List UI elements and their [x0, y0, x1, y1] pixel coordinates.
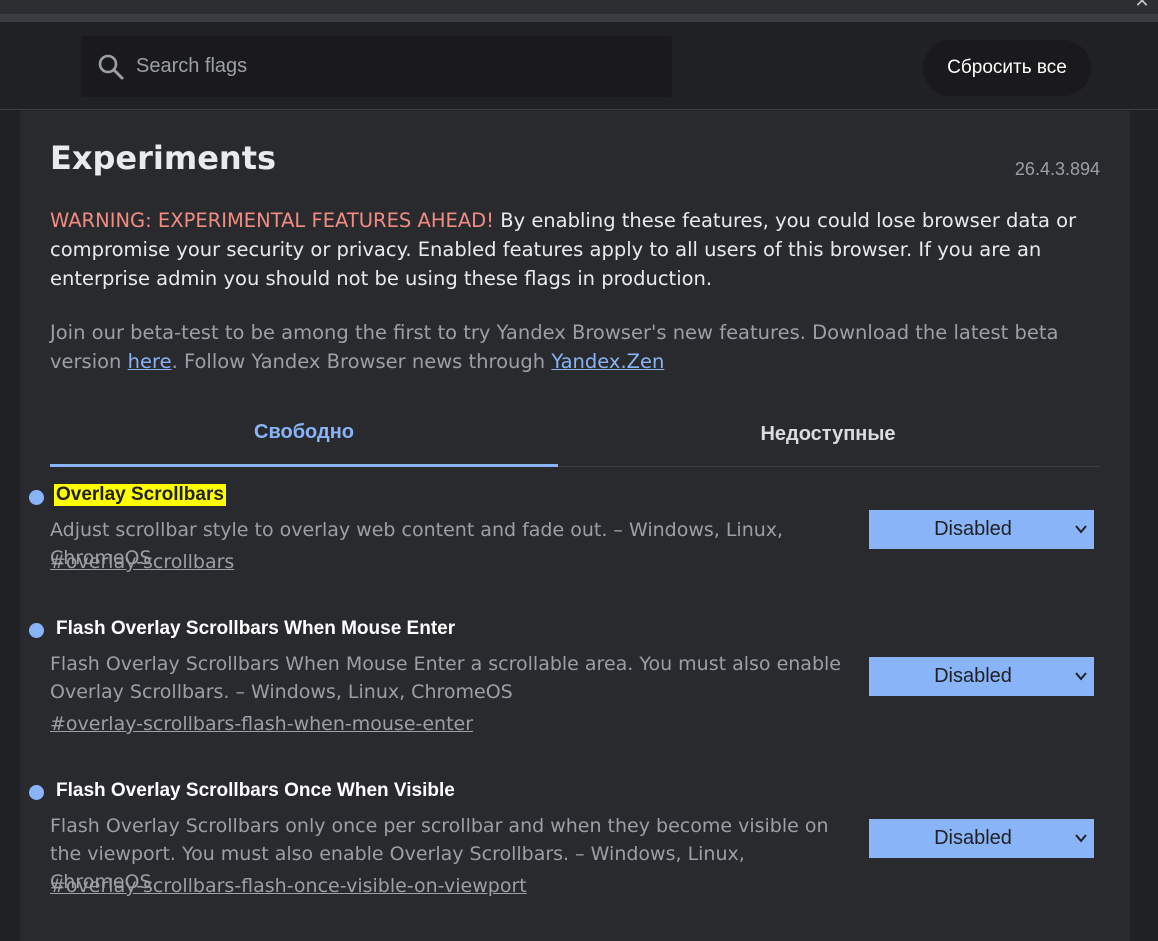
flag-anchor-link[interactable]: #overlay-scrollbars-flash-once-visible-o… — [50, 875, 527, 897]
flag-name: Overlay Scrollbars — [54, 484, 226, 506]
titlebar-edge — [0, 14, 1158, 22]
experiments-panel: Experiments 26.4.3.894 WARNING: EXPERIME… — [20, 111, 1130, 941]
flag-anchor-link[interactable]: #overlay-scrollbars-flash-when-mouse-ent… — [50, 713, 473, 735]
flag-anchor-link[interactable]: #overlay-scrollbars — [50, 551, 234, 573]
window-titlebar: ✕ — [0, 0, 1158, 22]
beta-download-link[interactable]: here — [128, 350, 172, 373]
tab-bar: Свободно Недоступные — [50, 401, 1100, 467]
flag-name: Flash Overlay Scrollbars Once When Visib… — [56, 780, 455, 801]
page-title: Experiments — [50, 139, 277, 177]
chevron-down-icon — [1075, 525, 1087, 534]
flag-dot-icon — [29, 490, 44, 505]
search-box[interactable] — [81, 36, 672, 97]
search-icon — [98, 54, 124, 80]
flag-state-select[interactable]: Disabled — [869, 510, 1094, 549]
beta-text-2: . Follow Yandex Browser news through — [171, 350, 552, 373]
yandex-zen-link[interactable]: Yandex.Zen — [551, 350, 664, 373]
flag-dot-icon — [29, 623, 44, 638]
flags-header: Сбросить все — [0, 22, 1158, 110]
flag-state-value: Disabled — [934, 827, 1012, 849]
version-number: 26.4.3.894 — [1014, 159, 1100, 179]
flag-state-select[interactable]: Disabled — [869, 819, 1094, 858]
warning-message: WARNING: EXPERIMENTAL FEATURES AHEAD! By… — [50, 206, 1100, 293]
flag-state-value: Disabled — [934, 518, 1012, 540]
warning-label: WARNING: EXPERIMENTAL FEATURES AHEAD! — [50, 209, 494, 232]
flag-dot-icon — [29, 785, 44, 800]
flag-state-select[interactable]: Disabled — [869, 657, 1094, 696]
reset-all-button[interactable]: Сбросить все — [923, 40, 1091, 96]
flag-state-value: Disabled — [934, 665, 1012, 687]
flag-name: Flash Overlay Scrollbars When Mouse Ente… — [56, 618, 456, 639]
chevron-down-icon — [1075, 834, 1087, 843]
flag-description: Flash Overlay Scrollbars When Mouse Ente… — [50, 653, 841, 703]
close-icon[interactable]: ✕ — [1132, 0, 1152, 12]
chevron-down-icon — [1075, 672, 1087, 681]
search-input[interactable] — [136, 36, 656, 97]
tab-unavailable[interactable]: Недоступные — [574, 401, 1082, 467]
beta-message: Join our beta-test to be among the first… — [50, 318, 1100, 376]
tab-available[interactable]: Свободно — [50, 401, 558, 467]
